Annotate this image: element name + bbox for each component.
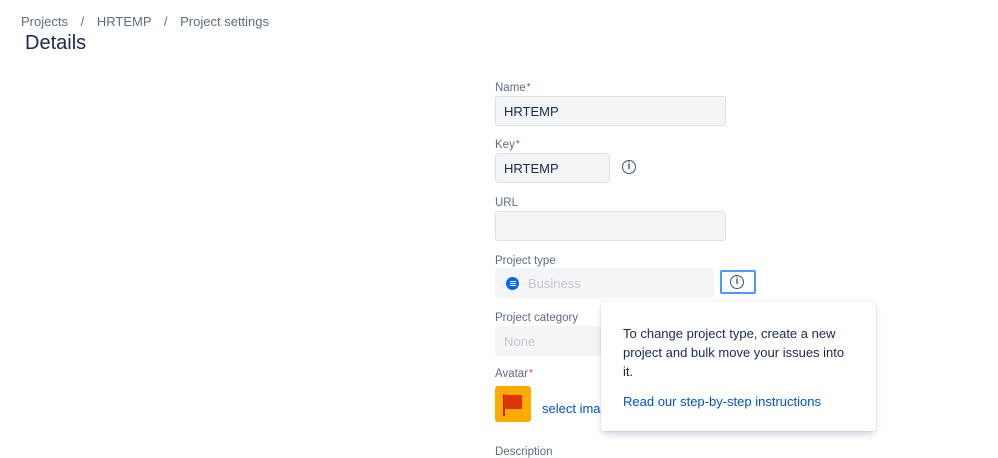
key-input-value: HRTEMP — [504, 160, 559, 176]
url-label: URL — [495, 197, 519, 209]
project-category-label: Project category — [495, 312, 579, 324]
key-input[interactable]: HRTEMP — [495, 153, 610, 183]
key-label-text: Key — [495, 139, 515, 151]
instructions-link[interactable]: Read our step-by-step instructions — [623, 394, 821, 409]
description-label: Description — [495, 446, 553, 458]
breadcrumb-project[interactable]: HRTEMP — [97, 14, 151, 29]
name-label-text: Name — [495, 82, 526, 94]
key-label: Key* — [495, 139, 520, 151]
required-mark: * — [529, 368, 533, 379]
project-type-info-popup: To change project type, create a new pro… — [601, 301, 876, 431]
avatar-label: Avatar* — [495, 368, 533, 380]
required-mark: * — [515, 139, 520, 150]
avatar[interactable] — [495, 386, 531, 422]
name-input-value: HRTEMP — [504, 103, 559, 119]
project-type-field: Business — [495, 268, 714, 298]
project-type-info-button[interactable]: i — [720, 270, 756, 294]
project-type-value: Business — [528, 275, 581, 291]
info-icon[interactable]: i — [622, 160, 636, 174]
breadcrumb-separator: / — [163, 14, 168, 29]
url-input[interactable] — [495, 211, 726, 241]
info-icon: i — [730, 275, 744, 289]
popup-text: To change project type, create a new pro… — [623, 326, 845, 379]
project-category-value: None — [504, 333, 536, 349]
name-label: Name* — [495, 82, 531, 94]
project-type-label: Project type — [495, 255, 556, 267]
breadcrumb: Projects / HRTEMP / Project settings — [21, 14, 269, 29]
breadcrumb-project-settings[interactable]: Project settings — [180, 14, 269, 29]
name-input[interactable]: HRTEMP — [495, 96, 726, 126]
breadcrumb-separator: / — [80, 14, 85, 29]
page-title: Details — [25, 32, 87, 54]
flag-icon — [504, 395, 522, 409]
avatar-label-text: Avatar — [495, 368, 529, 380]
breadcrumb-projects[interactable]: Projects — [21, 14, 68, 29]
business-icon — [506, 276, 519, 290]
required-mark: * — [526, 82, 531, 93]
project-category-select[interactable]: None — [495, 326, 601, 356]
